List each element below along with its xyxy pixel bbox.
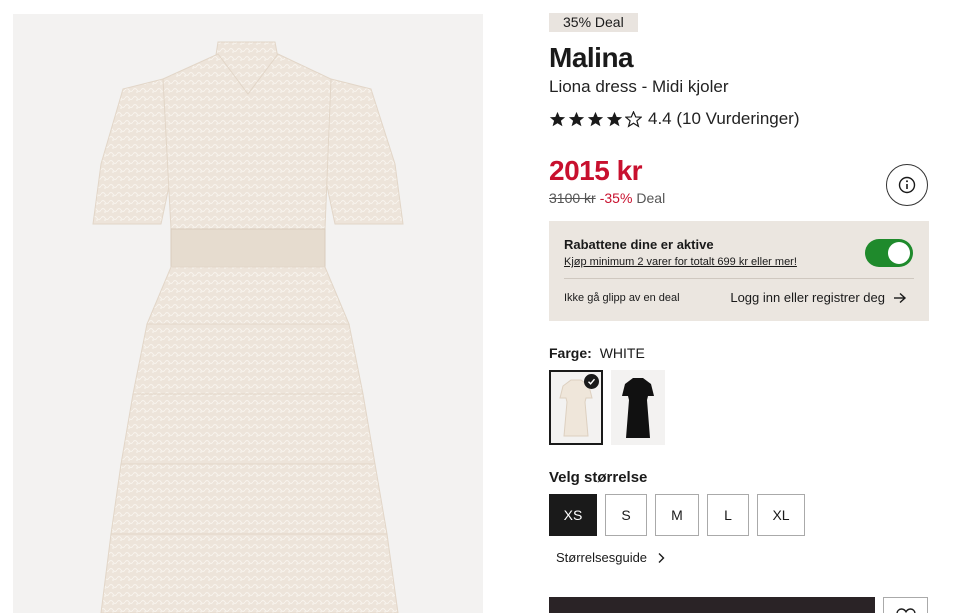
promo-box: Rabattene dine er aktive Kjøp minimum 2 … [549,221,929,321]
original-price: 3100 kr [549,190,596,206]
toggle-knob [888,242,910,264]
promo-terms-link[interactable]: Kjøp minimum 2 varer for totalt 699 kr e… [564,256,797,268]
rating[interactable]: 4.4 (10 Vurderinger) [549,108,800,130]
discount-percent: -35% [599,190,633,206]
star-icon [587,111,604,126]
size-guide-label: Størrelsesguide [556,550,648,565]
size-label: Velg størrelse [549,469,648,486]
size-selector: XS S M L XL [549,494,805,536]
size-xl[interactable]: XL [757,494,805,536]
star-rating [549,110,642,128]
deal-label: Deal [636,190,666,206]
check-icon [584,374,599,389]
product-info: 35% Deal Malina Liona dress - Midi kjole… [549,0,929,613]
arrow-right-icon [894,292,907,303]
promo-title: Rabattene dine er aktive [564,237,714,252]
info-icon [898,176,916,194]
size-l[interactable]: L [707,494,749,536]
star-outline-icon [625,110,642,128]
size-s[interactable]: S [605,494,647,536]
size-guide-link[interactable]: Størrelsesguide [556,550,665,565]
product-subtitle: Liona dress - Midi kjoler [549,77,729,96]
size-xs[interactable]: XS [549,494,597,536]
product-image[interactable] [13,14,483,613]
dress-illustration [92,41,404,613]
login-register-link[interactable]: Logg inn eller registrer deg [730,290,907,305]
black-dress-thumbnail [622,378,654,438]
chevron-right-icon [658,552,665,563]
promo-divider [564,278,914,279]
wishlist-button[interactable] [883,597,928,613]
rating-text: 4.4 (10 Vurderinger) [648,109,800,128]
star-icon [549,111,566,126]
add-to-cart-button[interactable] [549,597,875,613]
star-icon [568,111,585,126]
color-label-key: Farge: [549,345,592,361]
discount-toggle[interactable] [865,239,913,267]
current-price: 2015 kr [549,155,643,186]
brand-name[interactable]: Malina [549,42,634,74]
heart-icon [896,608,916,613]
promo-miss-text: Ikke gå glipp av en deal [564,292,680,304]
login-register-label: Logg inn eller registrer deg [730,290,885,305]
color-value: WHITE [599,345,645,361]
price-info-button[interactable] [886,164,928,206]
white-dress-swatch[interactable] [549,370,603,445]
color-label: Farge: WHITE [549,345,645,361]
black-dress-swatch[interactable] [611,370,665,445]
star-icon [606,111,623,126]
size-m[interactable]: M [655,494,699,536]
color-swatches [549,370,665,445]
deal-badge: 35% Deal [549,13,638,32]
price-details: 3100 kr -35% Deal [549,190,665,206]
